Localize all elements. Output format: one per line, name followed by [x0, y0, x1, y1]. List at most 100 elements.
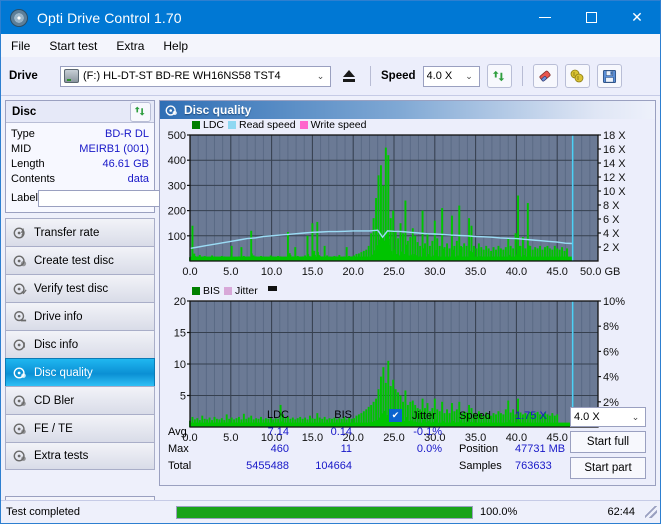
svg-text:6%: 6%: [603, 346, 619, 358]
jitter-checkbox[interactable]: ✔: [389, 409, 402, 422]
disc-row-value: data: [127, 172, 149, 185]
disc-row-value: MEIRB1 (001): [79, 142, 149, 155]
elapsed-time: 62:44: [607, 506, 635, 518]
maximize-button[interactable]: [568, 1, 614, 34]
sidebar-item-label: Disc info: [34, 338, 79, 351]
sidebar-item-label: Extra tests: [34, 450, 89, 462]
stats-row-label-total: Total: [168, 460, 192, 472]
legend-item-jitter: Jitter: [223, 285, 258, 297]
erase-button[interactable]: [532, 64, 558, 88]
disc-fete-icon: [13, 422, 26, 435]
sidebar-item-extra-tests[interactable]: Extra tests: [5, 442, 155, 470]
sidebar-item-label: Disc quality: [34, 366, 93, 379]
progress-percent: 100.0%: [480, 506, 518, 518]
menu-item-start-test[interactable]: Start test: [49, 39, 97, 53]
speed-label: Speed: [381, 70, 416, 82]
minimize-button[interactable]: [522, 1, 568, 34]
svg-text:40.0: 40.0: [506, 266, 527, 278]
legend-swatch-ldc: [192, 121, 200, 129]
sidebar-item-verify-test-disc[interactable]: Verify test disc: [5, 274, 155, 302]
drive-select[interactable]: (F:) HL-DT-ST BD-RE WH16NS58 TST4 ⌄: [60, 65, 331, 87]
sidebar-item-drive-info[interactable]: Drive info: [5, 302, 155, 330]
legend-label-bis: BIS: [203, 285, 220, 297]
stats-avg-jitter: -0.1%: [413, 426, 442, 438]
legend-item-bis: BIS: [192, 285, 220, 297]
sidebar-item-cd-bler[interactable]: CD Bler: [5, 386, 155, 414]
drive-icon: [64, 69, 79, 83]
speed-select[interactable]: 4.0 X ⌄: [422, 65, 480, 87]
legend-label-read-speed: Read speed: [239, 119, 296, 131]
position-label: Position: [459, 443, 499, 455]
disc-row-type: Type BD-R DL: [11, 126, 149, 141]
drive-toolbar: Drive (F:) HL-DT-ST BD-RE WH16NS58 TST4 …: [1, 57, 660, 96]
sidebar-item-disc-quality[interactable]: Disc quality: [5, 358, 155, 386]
sidebar-item-transfer-rate[interactable]: Transfer rate: [5, 218, 155, 246]
disc-row-key: MID: [11, 142, 32, 155]
svg-text:14 X: 14 X: [603, 158, 626, 170]
sidebar-item-disc-info[interactable]: Disc info: [5, 330, 155, 358]
stats-panel: LDC BIS Avg 7.14 0.14 -0.1% Max 460 11 0…: [160, 407, 655, 485]
disc-row-key: Length: [11, 157, 45, 170]
menu-item-file[interactable]: File: [11, 39, 30, 53]
svg-text:4 X: 4 X: [603, 228, 620, 240]
save-button[interactable]: [596, 64, 622, 88]
stats-max-bis: 11: [340, 443, 352, 455]
refresh-icon: [492, 70, 504, 81]
svg-text:4%: 4%: [603, 372, 619, 384]
disc-row-key: Contents: [11, 172, 56, 185]
sidebar-item-fe-te[interactable]: FE / TE: [5, 414, 155, 442]
main-content: Disc quality LDC Read speed Write speed …: [159, 96, 660, 489]
svg-text:100: 100: [168, 231, 186, 243]
svg-text:8%: 8%: [603, 321, 619, 333]
start-part-button[interactable]: Start part: [570, 457, 646, 479]
refresh-button[interactable]: [486, 64, 512, 88]
svg-text:50.0 GB: 50.0 GB: [580, 266, 620, 278]
disc-refresh-button[interactable]: [130, 101, 151, 122]
menu-item-extra[interactable]: Extra: [116, 39, 144, 53]
stats-row-label-max: Max: [168, 443, 189, 455]
sidebar-item-label: CD Bler: [34, 394, 75, 407]
disc-icon: [10, 8, 28, 27]
application-window: Opti Drive Control 1.70 ✕ File Start tes…: [0, 0, 661, 524]
eject-button[interactable]: [338, 64, 360, 88]
svg-text:200: 200: [168, 206, 186, 218]
coins-icon: [570, 69, 584, 83]
disc-panel: Disc Type BD-R DL MID MEIRB1 (001) Lengt…: [5, 100, 239, 213]
maximize-icon: [585, 12, 597, 23]
jitter-label: Jitter: [412, 410, 436, 422]
menu-bar: File Start test Extra Help: [1, 34, 660, 57]
disc-quality-panel: Disc quality LDC Read speed Write speed …: [159, 100, 656, 486]
compare-button[interactable]: [564, 64, 590, 88]
disc-row-mid: MID MEIRB1 (001): [11, 141, 149, 156]
stats-max-ldc: 460: [270, 443, 289, 455]
toolbar-divider: [370, 66, 371, 86]
ldc-chart[interactable]: 100 200 300 400 500 2 X 4 X 6 X 8 X 10 X 12 X 14 X 1…: [160, 131, 655, 283]
disc-panel-title: Disc: [12, 105, 37, 118]
minimize-icon: [539, 17, 551, 18]
resize-grip-icon[interactable]: [645, 506, 657, 518]
disc-extra-icon: [13, 450, 26, 462]
stats-avg-ldc: 7.14: [267, 426, 289, 438]
start-full-button[interactable]: Start full: [570, 431, 646, 453]
menu-item-help[interactable]: Help: [163, 39, 188, 53]
refresh-icon: [134, 106, 145, 116]
drive-label: Drive: [9, 70, 38, 82]
chevron-down-icon: ⌄: [316, 70, 325, 81]
stats-header-ldc: LDC: [266, 409, 289, 421]
svg-text:10 X: 10 X: [603, 186, 626, 198]
svg-text:18 X: 18 X: [603, 131, 626, 142]
svg-text:25.0: 25.0: [383, 266, 404, 278]
sidebar: Disc Type BD-R DL MID MEIRB1 (001) Lengt…: [1, 96, 239, 517]
disc-label-key: Label: [11, 192, 38, 204]
sidebar-item-label: Create test disc: [34, 254, 114, 267]
main-body: Disc Type BD-R DL MID MEIRB1 (001) Lengt…: [1, 96, 660, 517]
test-speed-select[interactable]: 4.0 X ⌄: [570, 407, 646, 427]
legend-label-ldc: LDC: [203, 119, 225, 131]
window-controls: ✕: [522, 1, 660, 34]
toolbar-divider-2: [521, 66, 523, 86]
close-button[interactable]: ✕: [614, 1, 660, 34]
svg-text:15: 15: [174, 328, 186, 340]
title-bar: Opti Drive Control 1.70 ✕: [1, 1, 660, 34]
svg-text:20.0: 20.0: [342, 266, 363, 278]
sidebar-item-create-test-disc[interactable]: Create test disc: [5, 246, 155, 274]
